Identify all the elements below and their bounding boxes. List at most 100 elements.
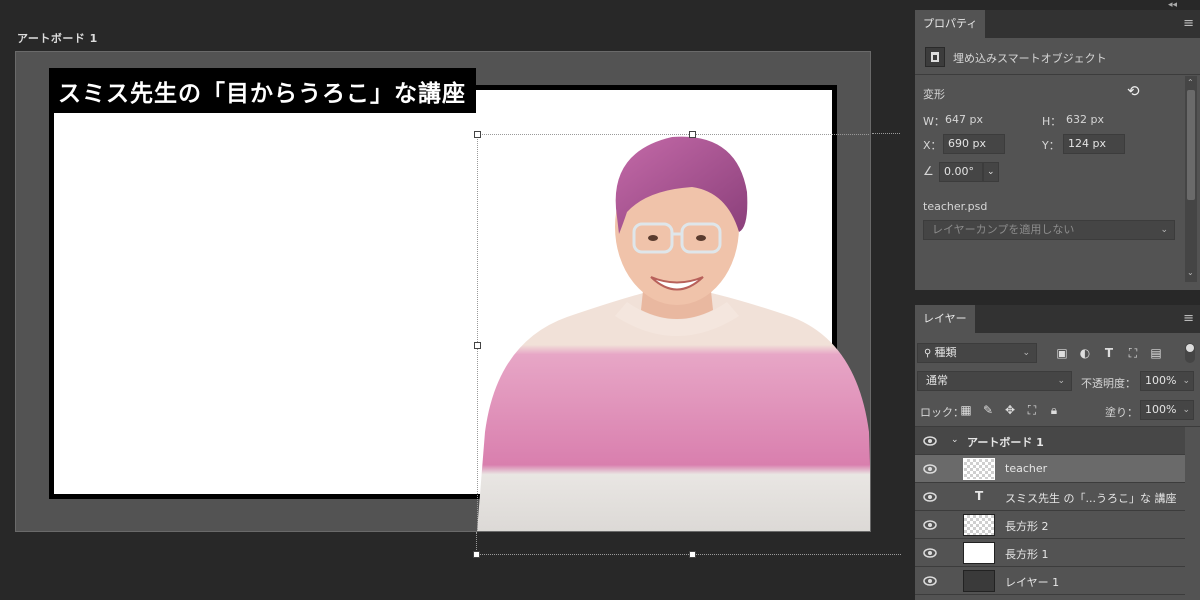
artboard-label[interactable]: アートボード 1 xyxy=(17,30,98,46)
tab-layers[interactable]: レイヤー xyxy=(915,305,975,333)
width-label: W： xyxy=(923,115,945,128)
filter-kind-value: 種類 xyxy=(934,346,957,359)
layer-row-title-text[interactable]: T スミス先生 の「...うろこ」な 講座 xyxy=(915,483,1185,511)
text-layer-icon: T xyxy=(975,489,984,503)
layer-comp-select[interactable]: レイヤーカンプを適用しない ⌄ xyxy=(923,220,1175,240)
panel-dock-strip xyxy=(912,0,1200,10)
hamburger-menu-icon[interactable]: ≡ xyxy=(1183,17,1194,30)
layer-row-layer-1[interactable]: レイヤー 1 xyxy=(915,567,1185,595)
layer-thumbnail-layer-1 xyxy=(963,570,995,592)
blend-mode-select[interactable]: 通常 ⌄ xyxy=(917,371,1072,391)
layers-panel: レイヤー ≡ ⚲ 種類 ⌄ ▣ ◐ T ⛶ ▤ 通常 ⌄ 不透明度： 100% … xyxy=(915,305,1200,600)
layer-row-rectangle-2[interactable]: 長方形 2 xyxy=(915,511,1185,539)
file-name-label: teacher.psd xyxy=(923,200,988,213)
layer-name-rectangle-1: 長方形 1 xyxy=(1005,548,1049,561)
properties-divider xyxy=(915,74,1200,75)
fill-input[interactable]: 100% ⌄ xyxy=(1140,400,1194,420)
layer-row-artboard[interactable]: ⌄ アートボード 1 xyxy=(915,427,1185,455)
layer-name-artboard: アートボード 1 xyxy=(967,436,1044,449)
selection-top-edge-outside xyxy=(872,133,900,134)
layer-filter-select[interactable]: ⚲ 種類 ⌄ xyxy=(917,343,1037,363)
angle-icon: ∠ xyxy=(923,164,934,178)
layer-list: ⌄ アートボード 1 teacher T スミス先生 の「...うろこ」な 講座… xyxy=(915,426,1200,600)
transform-handle-top-left[interactable] xyxy=(474,131,481,138)
layer-name-teacher: teacher xyxy=(1005,462,1048,475)
chevron-down-icon: ⌄ xyxy=(1057,376,1065,386)
eye-icon[interactable] xyxy=(923,463,937,475)
lock-paint-icon[interactable]: ✎ xyxy=(981,403,995,417)
type-filter-icon[interactable]: T xyxy=(1102,346,1116,360)
properties-header: プロパティ ≡ xyxy=(915,10,1200,38)
opacity-value: 100% xyxy=(1145,374,1177,387)
lock-label: ロック： xyxy=(920,406,964,419)
eye-icon[interactable] xyxy=(923,519,937,531)
layer-thumbnail-rectangle-1 xyxy=(963,542,995,564)
width-value[interactable]: 647 px xyxy=(945,113,983,126)
adjustment-filter-icon[interactable]: ◐ xyxy=(1078,346,1092,360)
hamburger-menu-icon[interactable]: ≡ xyxy=(1183,312,1194,325)
artboard[interactable]: スミス先生の「目からうろこ」な講座 xyxy=(15,51,871,532)
transform-label: 変形 xyxy=(923,88,945,101)
layers-header: レイヤー ≡ xyxy=(915,305,1200,333)
angle-input[interactable]: 0.00° xyxy=(939,162,983,182)
layer-row-rectangle-1[interactable]: 長方形 1 xyxy=(915,539,1185,567)
scroll-down-icon[interactable]: ⌄ xyxy=(1187,268,1194,277)
shape-filter-icon[interactable]: ⛶ xyxy=(1126,346,1140,360)
x-position-input[interactable]: 690 px xyxy=(943,134,1005,154)
chevron-down-icon: ⌄ xyxy=(1022,348,1030,358)
pixel-filter-icon[interactable]: ▣ xyxy=(1055,346,1069,360)
lock-move-icon[interactable]: ✥ xyxy=(1003,403,1017,417)
properties-panel: プロパティ ≡ 埋め込みスマートオブジェクト 変形 ⟲ W： 647 px H：… xyxy=(915,10,1200,290)
transform-handle-bottom-left[interactable] xyxy=(473,551,480,558)
selection-top-edge xyxy=(477,134,870,135)
height-value[interactable]: 632 px xyxy=(1066,113,1104,126)
scroll-up-icon[interactable]: ⌃ xyxy=(1187,78,1194,87)
layer-name-title-text: スミス先生 の「...うろこ」な 講座 xyxy=(1005,492,1177,505)
fill-value: 100% xyxy=(1145,403,1177,416)
smart-object-filter-icon[interactable]: ▤ xyxy=(1149,346,1163,360)
eye-icon[interactable] xyxy=(923,547,937,559)
y-position-input[interactable]: 124 px xyxy=(1063,134,1125,154)
opacity-input[interactable]: 100% ⌄ xyxy=(1140,371,1194,391)
y-label: Y： xyxy=(1042,139,1060,152)
tab-properties[interactable]: プロパティ xyxy=(915,10,986,38)
smart-object-icon xyxy=(925,47,945,67)
fill-label: 塗り： xyxy=(1105,406,1138,419)
opacity-label: 不透明度： xyxy=(1081,377,1136,390)
chevron-down-icon[interactable]: ⌄ xyxy=(951,435,959,445)
reset-transform-icon[interactable]: ⟲ xyxy=(1127,82,1140,100)
object-type-label: 埋め込みスマートオブジェクト xyxy=(953,52,1107,65)
chevron-down-icon: ⌄ xyxy=(1182,376,1190,386)
filter-toggle-icon[interactable] xyxy=(1185,343,1195,363)
properties-scrollbar[interactable]: ⌃ ⌄ xyxy=(1185,76,1197,282)
lock-artboard-icon[interactable]: ⛶ xyxy=(1025,403,1039,417)
chevron-down-icon: ⌄ xyxy=(1160,225,1168,235)
layer-comp-value: レイヤーカンプを適用しない xyxy=(932,223,1075,236)
blend-mode-value: 通常 xyxy=(926,374,948,387)
eye-icon[interactable] xyxy=(923,575,937,587)
lock-transparent-icon[interactable]: ▦ xyxy=(959,403,973,417)
canvas-area[interactable]: アートボード 1 スミス先生の「目からうろこ」な講座 xyxy=(0,0,912,600)
height-label: H： xyxy=(1042,115,1062,128)
scroll-thumb[interactable] xyxy=(1187,90,1195,200)
teacher-photo[interactable] xyxy=(477,132,871,532)
transform-handle-bottom-center[interactable] xyxy=(689,551,696,558)
transform-handle-top-center[interactable] xyxy=(689,131,696,138)
x-label: X： xyxy=(923,139,942,152)
lock-all-icon[interactable]: 🔒︎ xyxy=(1047,403,1061,417)
layer-thumbnail-teacher xyxy=(963,458,995,480)
transform-handle-middle-left[interactable] xyxy=(474,342,481,349)
layer-name-layer-1: レイヤー 1 xyxy=(1005,576,1060,589)
selection-left-edge xyxy=(477,134,478,531)
angle-dropdown[interactable]: ⌄ xyxy=(983,162,999,182)
layer-row-teacher[interactable]: teacher xyxy=(915,455,1185,483)
layer-name-rectangle-2: 長方形 2 xyxy=(1005,520,1049,533)
title-text-layer[interactable]: スミス先生の「目からうろこ」な講座 xyxy=(58,74,466,108)
eye-icon[interactable] xyxy=(923,491,937,503)
eye-icon[interactable] xyxy=(923,435,937,447)
chevron-down-icon: ⌄ xyxy=(1182,405,1190,415)
layer-thumbnail-rectangle-2 xyxy=(963,514,995,536)
photoshop-window: アートボード 1 スミス先生の「目からうろこ」な講座 ◂◂ プロパティ ≡ 埋め… xyxy=(0,0,1200,600)
search-icon: ⚲ xyxy=(924,348,935,359)
double-chevron-icon[interactable]: ◂◂ xyxy=(1168,0,1177,10)
